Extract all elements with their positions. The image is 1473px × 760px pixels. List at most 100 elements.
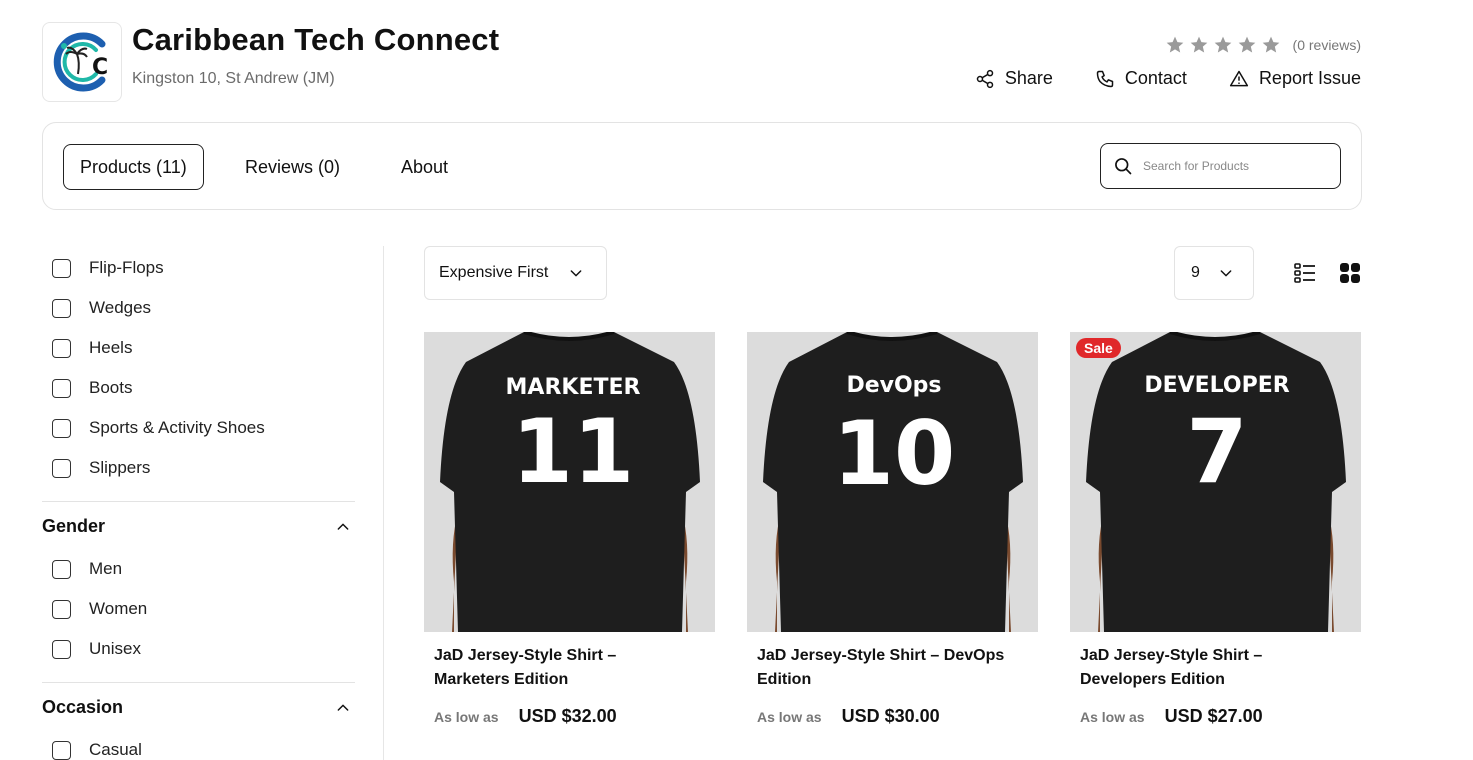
jersey-shirt-image: DEVELOPER 7 xyxy=(1070,332,1361,632)
sale-badge: Sale xyxy=(1076,338,1121,358)
price-label: As low as xyxy=(757,709,822,725)
product-image[interactable]: MARKETER 11 xyxy=(424,332,715,632)
filter-option-casual[interactable]: Casual xyxy=(52,740,142,760)
sidebar-divider xyxy=(383,246,384,760)
shirt-number: 11 xyxy=(512,400,634,503)
price-label: As low as xyxy=(1080,709,1145,725)
store-actions: Share Contact Report Issue xyxy=(975,68,1361,89)
warning-icon xyxy=(1229,70,1249,86)
phone-icon xyxy=(1096,70,1114,87)
report-issue-button[interactable]: Report Issue xyxy=(1229,68,1361,89)
checkbox[interactable] xyxy=(52,599,71,619)
per-page-value: 9 xyxy=(1191,264,1200,281)
list-view-icon[interactable] xyxy=(1293,261,1317,285)
occasion-section-title[interactable]: Occasion xyxy=(42,697,123,718)
store-location: Kingston 10, St Andrew (JM) xyxy=(132,70,335,87)
price-label: As low as xyxy=(434,709,499,725)
store-name: Caribbean Tech Connect xyxy=(132,22,500,57)
filter-label: Heels xyxy=(89,338,133,357)
filter-label: Boots xyxy=(89,378,133,397)
shirt-number: 10 xyxy=(833,402,955,505)
jersey-shirt-image: DevOps 10 xyxy=(747,332,1038,632)
search-icon xyxy=(1115,158,1132,175)
reviews-count[interactable]: (0 reviews) xyxy=(1293,37,1361,53)
store-logo: C xyxy=(42,22,122,102)
shirt-word: MARKETER xyxy=(506,375,641,400)
divider xyxy=(42,682,355,683)
shirt-word: DevOps xyxy=(846,373,941,398)
product-title-line: JaD Jersey-Style Shirt – DevOps xyxy=(757,647,1005,664)
checkbox[interactable] xyxy=(52,740,71,760)
chevron-up-icon[interactable] xyxy=(335,519,351,535)
product-image[interactable]: Sale DEVELOPER 7 xyxy=(1070,332,1361,632)
store-logo-icon: C xyxy=(53,32,108,92)
price-value: USD $30.00 xyxy=(841,706,940,726)
checkbox[interactable] xyxy=(52,338,71,358)
product-card[interactable]: MARKETER 11 JaD Jersey-Style Shirt – Mar… xyxy=(424,332,715,727)
product-title-line: JaD Jersey-Style Shirt – xyxy=(1080,647,1263,664)
tab-products[interactable]: Products (11) xyxy=(63,144,204,190)
share-button[interactable]: Share xyxy=(975,68,1053,89)
shirt-word: DEVELOPER xyxy=(1144,373,1289,398)
price-value: USD $32.00 xyxy=(518,706,617,726)
filter-label: Wedges xyxy=(89,298,152,317)
filter-label: Men xyxy=(89,559,123,578)
product-title-line: Developers Edition xyxy=(1080,671,1225,688)
product-title[interactable]: JaD Jersey-Style Shirt – DevOps Edition xyxy=(757,644,1028,692)
share-label: Share xyxy=(1004,68,1053,88)
product-search xyxy=(1100,143,1341,189)
shirt-number: 7 xyxy=(1186,400,1247,503)
star-icon xyxy=(1190,36,1207,53)
checkbox[interactable] xyxy=(52,418,71,438)
filter-option-boots[interactable]: Boots xyxy=(52,378,132,398)
price-row: As low as USD $27.00 xyxy=(1080,706,1351,727)
star-icon xyxy=(1166,36,1183,53)
star-icon xyxy=(1238,36,1255,53)
filter-option-women[interactable]: Women xyxy=(52,599,147,619)
checkbox[interactable] xyxy=(52,298,71,318)
checkbox[interactable] xyxy=(52,258,71,278)
sort-selected-value: Expensive First xyxy=(439,264,549,281)
product-title[interactable]: JaD Jersey-Style Shirt – Marketers Editi… xyxy=(434,644,705,692)
divider xyxy=(42,501,355,502)
checkbox[interactable] xyxy=(52,458,71,478)
filter-label: Women xyxy=(89,599,148,618)
contact-button[interactable]: Contact xyxy=(1095,68,1187,89)
rating-stars xyxy=(1165,35,1281,55)
checkbox[interactable] xyxy=(52,639,71,659)
filter-label: Slippers xyxy=(89,458,151,477)
checkbox[interactable] xyxy=(52,559,71,579)
filter-option-men[interactable]: Men xyxy=(52,559,122,579)
star-icon xyxy=(1262,36,1279,53)
filter-option-heels[interactable]: Heels xyxy=(52,338,132,358)
chevron-up-icon[interactable] xyxy=(335,700,351,716)
filter-option-slippers[interactable]: Slippers xyxy=(52,458,150,478)
store-tabs-bar: Products (11) Reviews (0) About xyxy=(42,122,1362,210)
product-image[interactable]: DevOps 10 xyxy=(747,332,1038,632)
grid-view-icon[interactable] xyxy=(1338,261,1362,285)
filter-option-flip-flops[interactable]: Flip-Flops xyxy=(52,258,164,278)
rating-summary: (0 reviews) xyxy=(1165,35,1361,55)
product-title-line: Edition xyxy=(757,671,812,688)
filter-label: Sports & Activity Shoes xyxy=(89,418,265,437)
filter-label: Casual xyxy=(89,740,142,759)
per-page-select[interactable]: 9 xyxy=(1174,246,1254,300)
checkbox[interactable] xyxy=(52,378,71,398)
filter-label: Flip-Flops xyxy=(89,258,164,277)
filter-option-unisex[interactable]: Unisex xyxy=(52,639,141,659)
sort-select[interactable]: Expensive First xyxy=(424,246,607,300)
filter-option-wedges[interactable]: Wedges xyxy=(52,298,151,318)
tab-about[interactable]: About xyxy=(401,144,448,190)
product-card[interactable]: Sale DEVELOPER 7 JaD Jersey-Style Shirt … xyxy=(1070,332,1361,727)
tab-reviews[interactable]: Reviews (0) xyxy=(245,144,340,190)
jersey-shirt-image: MARKETER 11 xyxy=(424,332,715,632)
product-card[interactable]: DevOps 10 JaD Jersey-Style Shirt – DevOp… xyxy=(747,332,1038,727)
filter-sidebar: Flip-Flops Wedges Heels Boots Sports & A… xyxy=(42,246,355,760)
gender-section-title[interactable]: Gender xyxy=(42,516,105,537)
filter-option-sports-shoes[interactable]: Sports & Activity Shoes xyxy=(52,418,265,438)
star-icon xyxy=(1214,36,1231,53)
contact-label: Contact xyxy=(1124,68,1187,88)
product-title-line: Marketers Edition xyxy=(434,671,569,688)
product-title[interactable]: JaD Jersey-Style Shirt – Developers Edit… xyxy=(1080,644,1351,692)
search-input[interactable] xyxy=(1143,159,1313,173)
